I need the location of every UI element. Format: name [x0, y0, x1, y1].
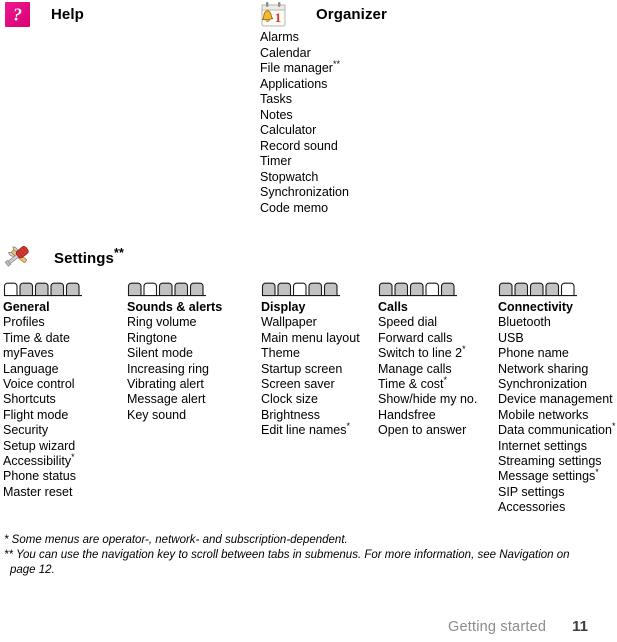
list-item[interactable]: USB: [498, 331, 615, 346]
list-item[interactable]: Network sharing: [498, 362, 615, 377]
footnotes: * Some menus are operator-, network- and…: [4, 533, 570, 578]
footnote-marker: *: [595, 467, 599, 478]
column-title: General: [3, 300, 50, 314]
list-item[interactable]: Flight mode: [3, 408, 76, 423]
settings-section-header: Settings**: [3, 243, 124, 269]
list-item[interactable]: Manage calls: [378, 362, 477, 377]
settings-column-sounds-alerts: Sounds & alerts Ring volume Ringtone Sil…: [127, 300, 222, 423]
list-item[interactable]: Open to answer: [378, 423, 477, 438]
list-item[interactable]: Bluetooth: [498, 315, 615, 330]
help-section-title: Help: [51, 6, 84, 23]
tabstrip-sounds-alerts[interactable]: [127, 281, 213, 297]
column-title: Connectivity: [498, 300, 574, 314]
footnote-marker: *: [71, 451, 75, 462]
column-title: Display: [261, 300, 306, 314]
list-item[interactable]: Synchronization: [498, 377, 615, 392]
list-item[interactable]: Shortcuts: [3, 392, 76, 407]
list-item[interactable]: Internet settings: [498, 439, 615, 454]
page-footer: Getting started 11: [448, 618, 588, 635]
list-item[interactable]: Handsfree: [378, 408, 477, 423]
list-item[interactable]: Alarms: [260, 30, 349, 46]
footnote-marker: **: [332, 58, 340, 69]
footnote-double-asterisk-cont: page 12.: [10, 564, 55, 576]
list-item[interactable]: Accessories: [498, 500, 615, 515]
tabstrip-display[interactable]: [261, 281, 347, 297]
list-item[interactable]: Time & date: [3, 331, 76, 346]
calendar-alarm-icon: 1: [258, 1, 288, 28]
list-item[interactable]: Main menu layout: [261, 331, 360, 346]
settings-section-title: Settings**: [54, 245, 124, 267]
list-item[interactable]: Screen saver: [261, 377, 360, 392]
settings-column-calls: Calls Speed dial Forward calls Switch to…: [378, 300, 477, 439]
list-item[interactable]: Ringtone: [127, 331, 222, 346]
column-title: Calls: [378, 300, 408, 314]
footnote-marker: *: [462, 344, 466, 355]
list-item[interactable]: Startup screen: [261, 362, 360, 377]
help-question-icon: [5, 2, 30, 27]
list-item[interactable]: SIP settings: [498, 485, 615, 500]
list-item[interactable]: Ring volume: [127, 315, 222, 330]
list-item[interactable]: Theme: [261, 346, 360, 361]
list-item[interactable]: Record sound: [260, 139, 349, 155]
list-item[interactable]: Stopwatch: [260, 170, 349, 186]
list-item[interactable]: myFaves: [3, 346, 76, 361]
list-item[interactable]: Edit line names*: [261, 421, 360, 438]
list-item[interactable]: Key sound: [127, 408, 222, 423]
wrench-screwdriver-icon: [3, 243, 33, 269]
list-item[interactable]: File manager**: [260, 58, 349, 77]
footnote-single-asterisk: * Some menus are operator-, network- and…: [4, 534, 348, 546]
list-item[interactable]: Timer: [260, 154, 349, 170]
list-item[interactable]: Switch to line 2*: [378, 344, 477, 361]
list-item[interactable]: Voice control: [3, 377, 76, 392]
footnote-double-asterisk: ** You can use the navigation key to scr…: [4, 549, 570, 561]
svg-text:1: 1: [275, 10, 282, 25]
list-item[interactable]: Clock size: [261, 392, 360, 407]
settings-column-connectivity: Connectivity Bluetooth USB Phone name Ne…: [498, 300, 615, 516]
list-item[interactable]: Synchronization: [260, 185, 349, 201]
list-item[interactable]: Tasks: [260, 92, 349, 108]
list-item[interactable]: Master reset: [3, 485, 76, 500]
organizer-section-header: 1 Organizer: [258, 1, 387, 28]
list-item[interactable]: Calculator: [260, 123, 349, 139]
list-item[interactable]: Phone status: [3, 469, 76, 484]
footnote-marker: **: [113, 245, 124, 260]
list-item[interactable]: Message settings*: [498, 467, 615, 484]
list-item[interactable]: Time & cost*: [378, 374, 477, 392]
footnote-marker: *: [346, 421, 350, 432]
list-item[interactable]: Profiles: [3, 315, 76, 330]
footnote-marker: *: [611, 421, 616, 432]
list-item[interactable]: Accessibility*: [3, 451, 76, 469]
list-item[interactable]: Setup wizard: [3, 439, 76, 454]
list-item[interactable]: Phone name: [498, 346, 615, 361]
list-item[interactable]: Data communication*: [498, 421, 616, 438]
list-item[interactable]: Language: [3, 362, 76, 377]
list-item[interactable]: Mobile networks: [498, 408, 615, 423]
list-item[interactable]: Message alert: [127, 392, 222, 407]
footnote-marker: *: [443, 374, 448, 385]
list-item[interactable]: Device management: [498, 392, 615, 407]
list-item[interactable]: Increasing ring: [127, 362, 222, 377]
list-item[interactable]: Show/hide my no.: [378, 392, 477, 407]
list-item[interactable]: Security: [3, 423, 76, 438]
tabstrip-calls[interactable]: [378, 281, 464, 297]
tabstrip-general[interactable]: [3, 281, 89, 297]
list-item[interactable]: Silent mode: [127, 346, 222, 361]
list-item[interactable]: Code memo: [260, 201, 349, 217]
settings-column-display: Display Wallpaper Main menu layout Theme…: [261, 300, 360, 439]
column-title: Sounds & alerts: [127, 300, 223, 314]
organizer-section-title: Organizer: [316, 6, 387, 23]
list-item[interactable]: Wallpaper: [261, 315, 360, 330]
list-item[interactable]: Brightness: [261, 408, 360, 423]
list-item[interactable]: Notes: [260, 108, 349, 124]
list-item[interactable]: Applications: [260, 77, 349, 93]
list-item[interactable]: Vibrating alert: [127, 377, 222, 392]
list-item[interactable]: Speed dial: [378, 315, 477, 330]
footer-page-number: 11: [572, 618, 588, 635]
tabstrip-connectivity[interactable]: [498, 281, 584, 297]
help-section-header: Help: [5, 2, 84, 27]
footer-section-name: Getting started: [448, 619, 547, 635]
settings-column-general: General Profiles Time & date myFaves Lan…: [3, 300, 76, 500]
organizer-menu-list: Alarms Calendar File manager** Applicati…: [260, 30, 349, 216]
